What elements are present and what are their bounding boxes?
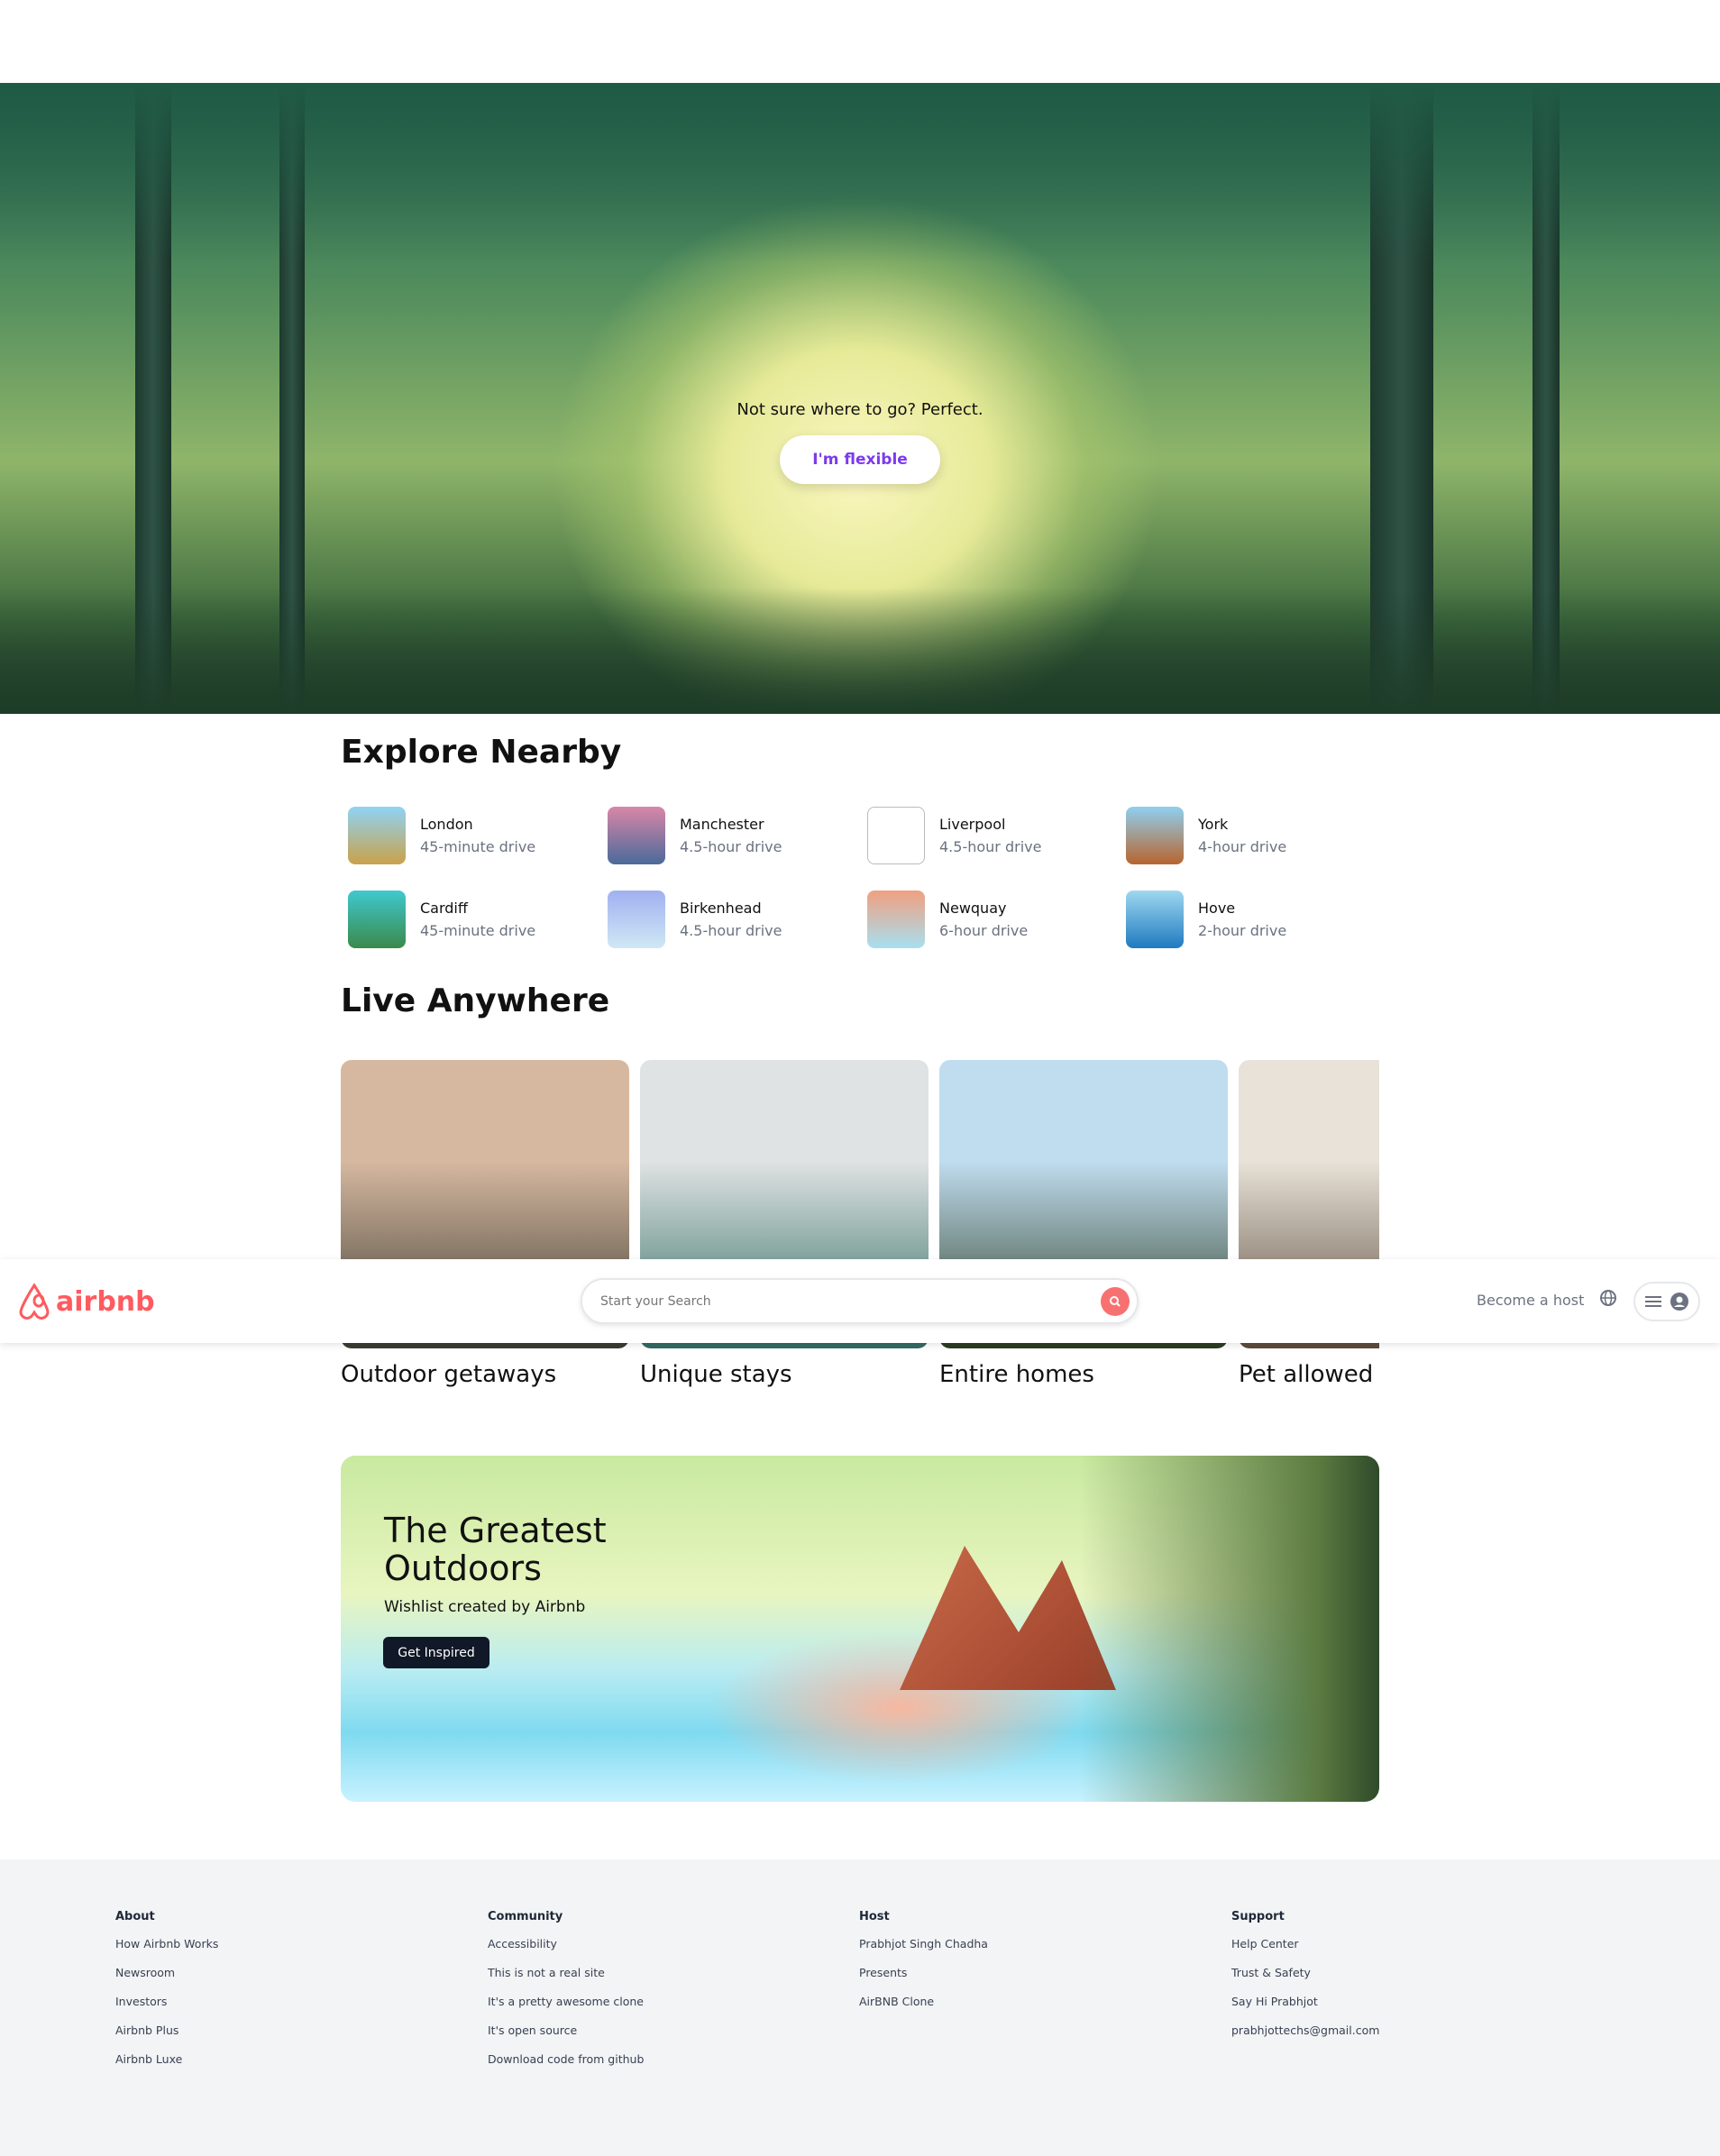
nearby-thumbnail — [1126, 891, 1184, 948]
search-button[interactable] — [1101, 1286, 1130, 1316]
im-flexible-button[interactable]: I'm flexible — [780, 435, 940, 484]
footer-link[interactable]: This is not a real site — [488, 1966, 644, 1995]
nearby-item[interactable]: Birkenhead 4.5-hour drive — [608, 891, 860, 948]
footer-link[interactable]: Investors — [115, 1995, 218, 2024]
footer-column: Host Prabhjot Singh Chadha Presents AirBNB … — [859, 1910, 988, 2024]
nearby-thumbnail — [867, 891, 925, 948]
footer-link[interactable]: Say Hi Prabhjot — [1231, 1995, 1379, 2024]
hero-banner — [0, 83, 1720, 714]
search-input[interactable] — [600, 1293, 1101, 1309]
get-inspired-button[interactable]: Get Inspired — [383, 1637, 489, 1668]
nearby-distance: 45-minute drive — [420, 838, 536, 855]
globe-icon[interactable] — [1599, 1289, 1617, 1307]
footer-link[interactable]: How Airbnb Works — [115, 1937, 218, 1966]
nearby-thumbnail — [1126, 807, 1184, 864]
nearby-item[interactable]: Hove 2-hour drive — [1126, 891, 1378, 948]
footer-link[interactable]: Help Center — [1231, 1937, 1379, 1966]
nearby-distance: 4.5-hour drive — [680, 838, 782, 855]
live-anywhere-carousel: Outdoor getaways Unique stays Entire homes… — [341, 1060, 1379, 1421]
footer: About How Airbnb Works Newsroom Investors Ai… — [0, 1859, 1720, 2156]
nearby-location: Manchester — [680, 816, 764, 833]
footer-link[interactable]: It's open source — [488, 2024, 644, 2052]
card-label: Pet allowed — [1239, 1361, 1374, 1388]
nearby-item[interactable]: London 45-minute drive — [348, 807, 600, 864]
user-menu-button[interactable] — [1633, 1282, 1700, 1321]
footer-column: Community Accessibility This is not a real… — [488, 1910, 644, 2081]
search-icon — [1110, 1295, 1121, 1307]
footer-link[interactable]: Newsroom — [115, 1966, 218, 1995]
card-label: Unique stays — [640, 1361, 792, 1388]
footer-heading: About — [115, 1910, 155, 1923]
banner-subtitle: Wishlist created by Airbnb — [384, 1598, 586, 1616]
nearby-location: Hove — [1198, 900, 1236, 917]
nearby-location: Cardiff — [420, 900, 468, 917]
airbnb-logo-icon — [19, 1283, 50, 1320]
menu-icon — [1644, 1296, 1661, 1307]
nearby-distance: 4-hour drive — [1198, 838, 1287, 855]
footer-link[interactable]: Airbnb Luxe — [115, 2052, 218, 2081]
nearby-item[interactable]: York 4-hour drive — [1126, 807, 1378, 864]
nearby-distance: 4.5-hour drive — [680, 922, 782, 939]
top-navbar: airbnb Become a host — [0, 1259, 1720, 1343]
footer-heading: Community — [488, 1910, 563, 1923]
search-bar[interactable] — [581, 1278, 1139, 1324]
nearby-thumbnail — [608, 807, 665, 864]
airbnb-logo[interactable]: airbnb — [16, 1283, 155, 1320]
card-label: Entire homes — [939, 1361, 1094, 1388]
nearby-distance: 45-minute drive — [420, 922, 536, 939]
nearby-thumbnail — [608, 891, 665, 948]
footer-link[interactable]: Download code from github — [488, 2052, 644, 2081]
footer-link[interactable]: Airbnb Plus — [115, 2024, 218, 2052]
explore-nearby-title: Explore Nearby — [341, 734, 622, 771]
card-label: Outdoor getaways — [341, 1361, 557, 1388]
hero-tagline: Not sure where to go? Perfect. — [736, 400, 984, 419]
greatest-outdoors-banner: The Greatest Outdoors Wishlist created b… — [341, 1456, 1379, 1802]
nearby-distance: 6-hour drive — [939, 922, 1029, 939]
banner-title: The Greatest Outdoors — [384, 1511, 607, 1588]
footer-link[interactable]: AirBNB Clone — [859, 1995, 988, 2024]
footer-link[interactable]: Accessibility — [488, 1937, 644, 1966]
logo-text: airbnb — [56, 1285, 155, 1318]
footer-link[interactable]: Trust & Safety — [1231, 1966, 1379, 1995]
nearby-location: York — [1198, 816, 1229, 833]
footer-link[interactable]: Prabhjot Singh Chadha — [859, 1937, 988, 1966]
nearby-location: Liverpool — [939, 816, 1006, 833]
nearby-location: London — [420, 816, 473, 833]
footer-link[interactable]: It's a pretty awesome clone — [488, 1995, 644, 2024]
become-a-host-link[interactable]: Become a host — [1477, 1292, 1584, 1309]
nearby-distance: 4.5-hour drive — [939, 838, 1042, 855]
nearby-item[interactable]: Manchester 4.5-hour drive — [608, 807, 860, 864]
nearby-location: Newquay — [939, 900, 1007, 917]
footer-heading: Support — [1231, 1910, 1285, 1923]
nearby-item[interactable]: Newquay 6-hour drive — [867, 891, 1120, 948]
nearby-thumbnail — [867, 807, 925, 864]
nearby-item[interactable]: Cardiff 45-minute drive — [348, 891, 600, 948]
footer-link[interactable]: prabhjottechs@gmail.com — [1231, 2024, 1379, 2052]
nearby-thumbnail — [348, 807, 406, 864]
footer-link[interactable]: Presents — [859, 1966, 988, 1995]
nearby-location: Birkenhead — [680, 900, 762, 917]
footer-column: About How Airbnb Works Newsroom Investors Ai… — [115, 1910, 218, 2081]
user-avatar-icon — [1670, 1293, 1689, 1311]
live-anywhere-title: Live Anywhere — [341, 982, 610, 1019]
nearby-distance: 2-hour drive — [1198, 922, 1287, 939]
nearby-item[interactable]: Liverpool 4.5-hour drive — [867, 807, 1120, 864]
nearby-thumbnail — [348, 891, 406, 948]
footer-column: Support Help Center Trust & Safety Say Hi P… — [1231, 1910, 1379, 2052]
footer-heading: Host — [859, 1910, 890, 1923]
